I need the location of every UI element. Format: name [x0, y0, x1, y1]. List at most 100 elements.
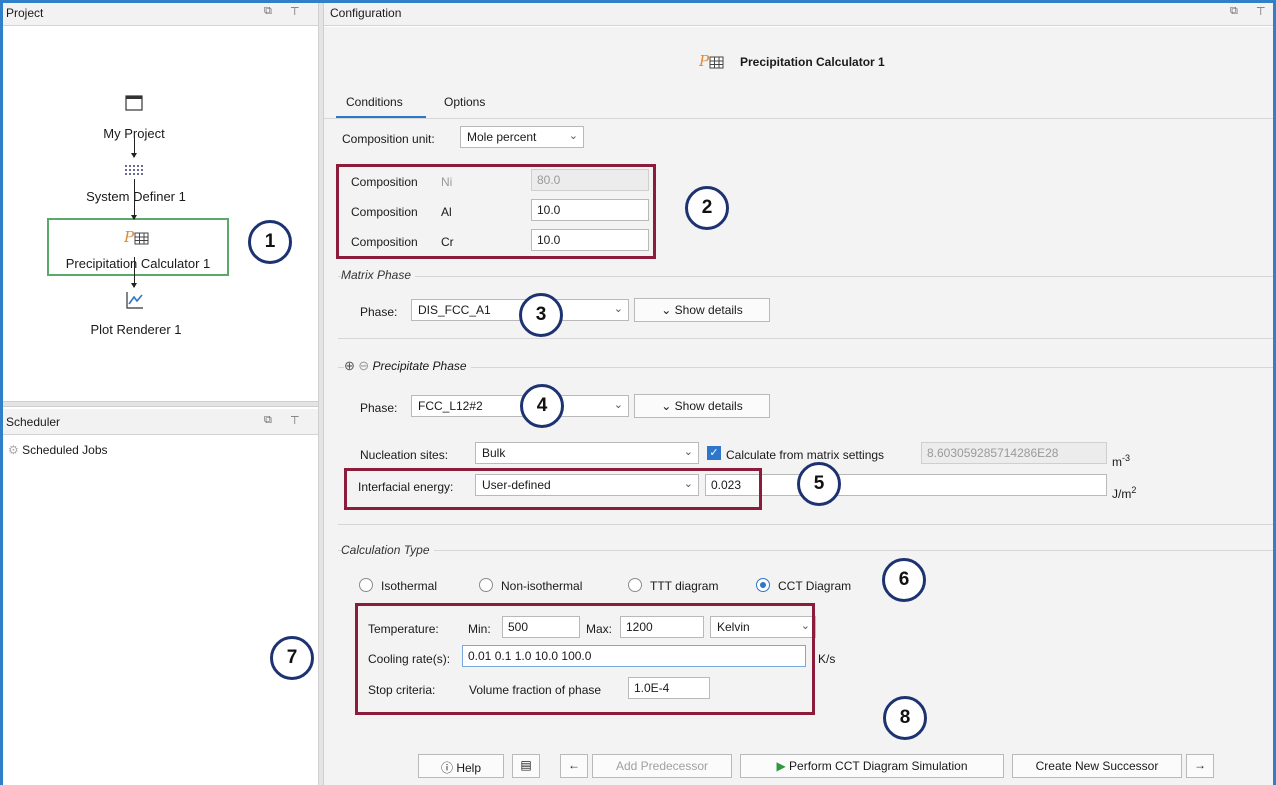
add-predecessor-button[interactable]: Add Predecessor — [592, 754, 732, 778]
tree-arrow — [131, 283, 137, 288]
temperature-max-field[interactable]: 1200 — [620, 616, 704, 638]
play-icon: ▶ — [776, 759, 786, 773]
configuration-body: P Precipitation Calculator 1 Conditions … — [324, 27, 1276, 785]
isothermal-radio[interactable] — [359, 578, 373, 592]
interfacial-energy-field[interactable]: 0.023 — [705, 474, 1107, 496]
temperature-min-field[interactable]: 500 — [502, 616, 580, 638]
matrix-phase-label: Phase: — [360, 305, 398, 319]
tab-options[interactable]: Options — [444, 95, 485, 109]
density-unit-exp: -3 — [1122, 453, 1131, 463]
project-window-icon — [125, 95, 143, 111]
temperature-label: Temperature: — [368, 622, 439, 636]
chevron-down-icon: ⌄ — [683, 478, 693, 490]
project-tree: My Project System Definer 1 P Precipitat… — [0, 27, 318, 401]
matrix-show-details-button[interactable]: ⌄ Show details — [634, 298, 770, 322]
restore-icon[interactable]: ⧉ — [1230, 5, 1238, 18]
composition-label: Composition — [351, 235, 418, 249]
composition-ni-field: 80.0 — [531, 169, 649, 191]
callout-1: 1 — [248, 220, 292, 264]
back-button[interactable]: ← — [560, 754, 588, 778]
interfacial-energy-unit: J/m2 — [1112, 485, 1136, 501]
matrix-phase-group-border — [338, 276, 1274, 277]
tree-node-plot-renderer[interactable]: Plot Renderer 1 — [26, 322, 246, 337]
help-label: Help — [456, 761, 482, 775]
project-panel-title: Project — [6, 6, 44, 20]
precipitate-phase-bottom-border — [338, 524, 1274, 525]
precipitate-phase-title: Precipitate Phase — [372, 359, 467, 373]
stop-criteria-label: Stop criteria: — [368, 683, 436, 697]
svg-text:P: P — [699, 52, 710, 70]
precipitate-phase-header: ⊕ ⊖ Precipitate Phase — [344, 358, 471, 374]
calculator-heading: Precipitation Calculator 1 — [740, 55, 885, 69]
tree-arrow — [131, 153, 137, 158]
composition-element: Ni — [441, 175, 453, 189]
isothermal-label[interactable]: Isothermal — [381, 579, 437, 593]
cooling-rate-field[interactable]: 0.01 0.1 1.0 10.0 100.0 — [462, 645, 806, 667]
callout-2: 2 — [685, 186, 729, 230]
composition-element: Al — [441, 205, 452, 219]
temperature-unit-value: Kelvin — [717, 620, 750, 634]
nucleation-density-field: 8.603059285714286E28 — [921, 442, 1107, 464]
show-details-label: Show details — [674, 399, 743, 413]
restore-icon[interactable]: ⧉ — [264, 414, 272, 427]
interfacial-unit-exp: 2 — [1131, 485, 1137, 495]
non-isothermal-radio[interactable] — [479, 578, 493, 592]
composition-unit-select[interactable]: Mole percent ⌄ — [460, 126, 584, 148]
stop-criteria-field[interactable]: 1.0E-4 — [628, 677, 710, 699]
interfacial-energy-label: Interfacial energy: — [358, 480, 454, 494]
precipitate-phase-group-border — [338, 367, 1274, 368]
nucleation-sites-label: Nucleation sites: — [360, 448, 449, 462]
help-button[interactable]: ⓘ Help — [418, 754, 504, 778]
tree-connector — [134, 179, 135, 219]
clipboard-button[interactable]: ▤ — [512, 754, 540, 778]
nucleation-sites-select[interactable]: Bulk ⌄ — [475, 442, 699, 464]
ttt-diagram-radio[interactable] — [628, 578, 642, 592]
composition-label: Composition — [351, 175, 418, 189]
composition-cr-field[interactable]: 10.0 — [531, 229, 649, 251]
chevron-down-icon: ⌄ — [661, 303, 672, 317]
forward-button[interactable]: → — [1186, 754, 1214, 778]
pin-icon[interactable]: ⊤ — [290, 5, 300, 18]
non-isothermal-label[interactable]: Non-isothermal — [501, 579, 582, 593]
stop-criteria-type: Volume fraction of phase — [469, 683, 602, 697]
callout-6: 6 — [882, 558, 926, 602]
plot-renderer-icon — [126, 292, 143, 309]
add-phase-icon[interactable]: ⊕ — [344, 358, 355, 373]
scheduled-jobs-item[interactable]: ⚙ Scheduled Jobs — [8, 443, 108, 457]
cooling-rate-label: Cooling rate(s): — [368, 652, 451, 666]
perform-simulation-button[interactable]: ▶ Perform CCT Diagram Simulation — [740, 754, 1004, 778]
perform-simulation-label: Perform CCT Diagram Simulation — [789, 759, 968, 773]
calc-from-matrix-label: Calculate from matrix settings — [726, 448, 885, 462]
calc-from-matrix-checkbox[interactable]: ✓ — [707, 446, 721, 460]
pin-icon[interactable]: ⊤ — [290, 414, 300, 427]
remove-phase-icon[interactable]: ⊖ — [358, 358, 369, 373]
cct-diagram-radio[interactable] — [756, 578, 770, 592]
composition-al-field[interactable]: 10.0 — [531, 199, 649, 221]
precipitation-calculator-icon: P — [124, 228, 149, 246]
tree-node-precipitation-calculator[interactable]: Precipitation Calculator 1 — [28, 256, 248, 271]
pin-icon[interactable]: ⊤ — [1256, 5, 1266, 18]
cct-diagram-label[interactable]: CCT Diagram — [778, 579, 851, 593]
create-successor-button[interactable]: Create New Successor — [1012, 754, 1182, 778]
precipitate-phase-value: FCC_L12#2 — [418, 399, 483, 413]
composition-element: Cr — [441, 235, 454, 249]
tree-node-system-definer[interactable]: System Definer 1 — [26, 189, 246, 204]
callout-5: 5 — [797, 462, 841, 506]
matrix-phase-value: DIS_FCC_A1 — [418, 303, 491, 317]
interfacial-energy-select[interactable]: User-defined ⌄ — [475, 474, 699, 496]
calculation-type-group-border — [338, 550, 1274, 551]
composition-unit-value: Mole percent — [467, 130, 537, 144]
tab-conditions[interactable]: Conditions — [346, 95, 403, 109]
chevron-down-icon: ⌄ — [613, 303, 623, 315]
temperature-unit-select[interactable]: Kelvin ⌄ — [710, 616, 816, 638]
precipitation-calculator-icon: P — [699, 52, 724, 70]
ttt-diagram-label[interactable]: TTT diagram — [650, 579, 718, 593]
panel-splitter-horizontal[interactable] — [0, 401, 318, 407]
svg-text:P: P — [124, 228, 135, 246]
callout-4: 4 — [520, 384, 564, 428]
composition-label: Composition — [351, 205, 418, 219]
project-panel-header: Project ⧉ ⊤ — [0, 0, 318, 26]
precipitate-show-details-button[interactable]: ⌄ Show details — [634, 394, 770, 418]
restore-icon[interactable]: ⧉ — [264, 5, 272, 18]
chevron-down-icon: ⌄ — [568, 130, 578, 142]
